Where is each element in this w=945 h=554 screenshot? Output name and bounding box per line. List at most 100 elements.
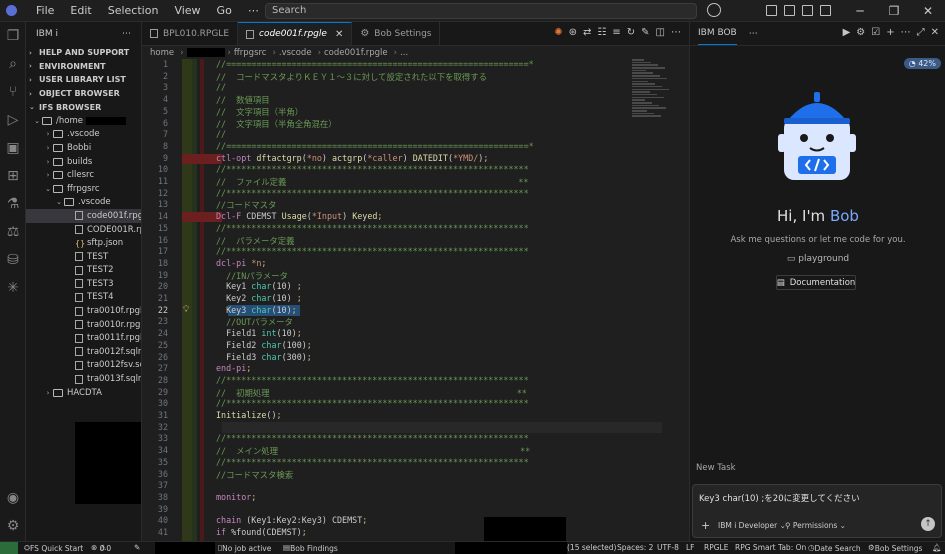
code-line[interactable]: monitor;: [216, 492, 256, 502]
section-ifs-browser[interactable]: ⌄ IFS BROWSER: [26, 100, 141, 114]
bob-icon[interactable]: ✳: [0, 274, 26, 302]
code-line[interactable]: Initialize();: [216, 410, 282, 420]
pencil-icon[interactable]: ✎: [134, 543, 140, 552]
breadcrumb-ffrpgsrc[interactable]: ffrpgsrc: [234, 48, 267, 58]
close-panel-icon[interactable]: ✕: [931, 27, 939, 38]
toggle-secondary-sidebar-icon[interactable]: [820, 5, 831, 16]
code-line[interactable]: //INパラメータ: [216, 270, 288, 282]
code-line[interactable]: // パラメータ定義: [216, 235, 295, 247]
code-line[interactable]: Dcl-F CDEMST Usage(*Input) Keyed;: [216, 211, 382, 221]
table-icon[interactable]: ☷: [597, 27, 606, 38]
restore-icon[interactable]: ❐: [877, 0, 911, 22]
code-line[interactable]: // 文字項目（半角）: [216, 106, 303, 118]
tab-bob-settings[interactable]: ⚙ Bob Settings: [352, 22, 441, 45]
code-line[interactable]: //**************************************…: [216, 433, 529, 443]
testing-icon[interactable]: ⚗: [0, 190, 26, 218]
date-search[interactable]: ◷ Date Search: [808, 543, 861, 553]
section-help-support[interactable]: › HELP AND SUPPORT: [26, 46, 141, 60]
open-changes-icon[interactable]: ⇄: [583, 27, 591, 38]
tree-folder[interactable]: › HACDTA: [26, 386, 141, 400]
tree-file[interactable]: tra0011f.rpgle: [26, 331, 141, 345]
close-window-icon[interactable]: ✕: [911, 0, 945, 22]
indentation[interactable]: Spaces: 2: [617, 543, 653, 552]
code-line[interactable]: //OUTパラメータ: [216, 316, 293, 328]
menu-go[interactable]: Go: [209, 0, 240, 22]
command-center-search[interactable]: Search: [265, 3, 697, 19]
code-line[interactable]: //: [216, 82, 226, 92]
tree-file[interactable]: TEST: [26, 250, 141, 264]
code-line[interactable]: Key1 char(10) ;: [216, 281, 302, 291]
tree-folder[interactable]: › cllesrc: [26, 168, 141, 182]
code-line[interactable]: //**************************************…: [216, 223, 529, 233]
notifications-bell-icon[interactable]: 🔔︎: [932, 543, 942, 552]
tree-folder[interactable]: › builds: [26, 155, 141, 169]
code-line[interactable]: dcl-pi *n;: [216, 258, 266, 268]
end-of-line[interactable]: LF: [686, 543, 695, 552]
panel-more-icon[interactable]: ⋯: [901, 27, 911, 38]
breadcrumb-file[interactable]: code001f.rpgle: [324, 48, 388, 58]
code-line[interactable]: end-pi;: [216, 363, 251, 373]
documentation-button[interactable]: ▤ Documentation: [776, 275, 856, 290]
remote-explorer-icon[interactable]: ▣: [0, 134, 26, 162]
copilot-icon[interactable]: [707, 3, 721, 17]
code-line[interactable]: ctl-opt dftactgrp(*no) actgrp(*caller) D…: [216, 153, 488, 163]
tree-file[interactable]: tra0010f.rpgle: [26, 304, 141, 318]
account-icon[interactable]: ◉: [0, 484, 26, 512]
extensions-icon[interactable]: ⊞: [0, 162, 26, 190]
code-line[interactable]: //コードマスタ検索: [216, 469, 293, 481]
tab-bpl010[interactable]: BPL010.RPGLE: [142, 22, 239, 45]
split-editor-icon[interactable]: ◫: [656, 27, 665, 38]
tree-file[interactable]: tra0012fsv.sqlr...: [26, 359, 141, 373]
tree-file[interactable]: tra0012f.sqlrp...: [26, 345, 141, 359]
chat-input[interactable]: Key3 char(10) ;を20に変更してください: [699, 492, 860, 504]
tree-file[interactable]: code001f.rpgle: [26, 209, 141, 223]
toggle-panel-icon[interactable]: [802, 5, 813, 16]
tree-file[interactable]: tra0010r.rpgle: [26, 318, 141, 332]
code-line[interactable]: // 数値項目: [216, 94, 270, 106]
code-editor[interactable]: 💡︎ 1 //===================================…: [142, 59, 689, 541]
code-line[interactable]: Field3 char(300);: [216, 352, 312, 362]
code-line[interactable]: //**************************************…: [216, 164, 529, 174]
wand-icon[interactable]: ✎: [641, 27, 649, 38]
chat-input-box[interactable]: Key3 char(10) ;を20に変更してください + IBM i Deve…: [692, 484, 942, 538]
run-debug-icon[interactable]: ▷: [0, 106, 26, 134]
breadcrumb-home[interactable]: home: [150, 48, 174, 58]
bob-findings[interactable]: ▤ Bob Findings: [283, 543, 338, 553]
tree-folder[interactable]: ⌄ /home: [26, 114, 141, 128]
bob-spark-icon[interactable]: ✺: [554, 27, 562, 38]
customize-layout-icon[interactable]: [766, 5, 777, 16]
code-line[interactable]: //======================================…: [216, 141, 534, 151]
code-line[interactable]: chain (Key1:Key2:Key3) CDEMST;: [216, 515, 367, 525]
playground-link[interactable]: ▭ playground: [690, 254, 945, 264]
tree-folder[interactable]: › Bobbi: [26, 141, 141, 155]
smart-tab[interactable]: RPG Smart Tab: On: [735, 543, 806, 552]
code-line[interactable]: // 文字項目（半角全角混在）: [216, 118, 337, 130]
tree-file[interactable]: CODE001R.rpgle: [26, 223, 141, 237]
code-line[interactable]: //**************************************…: [216, 375, 529, 385]
close-tab-icon[interactable]: ✕: [335, 29, 343, 40]
tree-folder[interactable]: › .vscode: [26, 128, 141, 142]
code-line[interactable]: //**************************************…: [216, 188, 529, 198]
usage-badge[interactable]: ◔ 42%: [903, 58, 941, 69]
breadcrumb-vscode[interactable]: .vscode: [279, 48, 312, 58]
toggle-sidebar-icon[interactable]: [784, 5, 795, 16]
menu-view[interactable]: View: [166, 0, 208, 22]
explorer-icon[interactable]: ❐: [0, 22, 26, 50]
code-line[interactable]: // メイン処理 **: [216, 445, 530, 457]
menu-file[interactable]: File: [28, 0, 62, 22]
mode-selector[interactable]: IBM i Developer ⌄: [718, 521, 786, 530]
code-line[interactable]: // コードマスタよりＫＥＹ１～３に対して設定された以下を取得する: [216, 71, 487, 83]
settings-gear-icon[interactable]: ⚙: [856, 27, 865, 38]
tab-code001f[interactable]: code001f.rpgle ✕: [238, 22, 353, 45]
menu-edit[interactable]: Edit: [62, 0, 99, 22]
tree-folder[interactable]: ⌄ .vscode: [26, 196, 141, 210]
encoding[interactable]: UTF-8: [657, 543, 679, 552]
section-environment[interactable]: › ENVIRONMENT: [26, 60, 141, 74]
language-mode[interactable]: RPGLE: [704, 543, 728, 552]
source-control-icon[interactable]: ⑂: [0, 78, 26, 106]
bob-settings-status[interactable]: ⚙ Bob Settings: [868, 543, 922, 553]
code-line[interactable]: //コードマスタ: [216, 199, 276, 211]
code-line[interactable]: Field1 int(10);: [216, 328, 302, 338]
code-line[interactable]: Field2 char(100);: [216, 340, 312, 350]
permissions-selector[interactable]: ⚲ Permissions ⌄: [785, 521, 846, 530]
